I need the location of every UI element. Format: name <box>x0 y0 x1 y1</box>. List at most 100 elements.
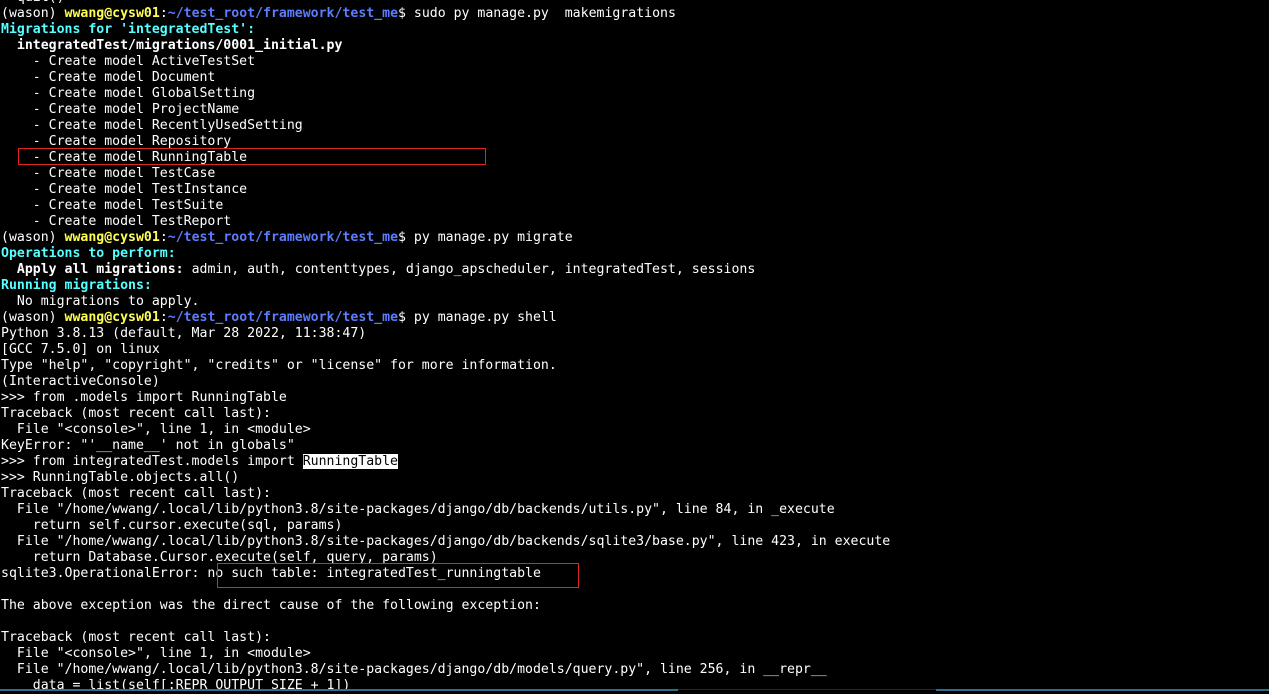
terminal-line: - Create model RunningTable <box>1 150 890 166</box>
terminal-text-segment: ~/test_root/framework/test_me <box>167 230 399 245</box>
terminal-text-segment: Operations to perform: <box>1 246 176 261</box>
terminal-text-segment: $ py manage.py shell <box>398 310 557 325</box>
terminal-text-segment: File "<console>", line 1, in <module> <box>1 422 311 437</box>
terminal-text-segment: >>> from .models import RunningTable <box>1 390 287 405</box>
terminal-line: >>> RunningTable.objects.all() <box>1 470 890 486</box>
terminal-line: Migrations for 'integratedTest': <box>1 22 890 38</box>
terminal-text-segment: $ py manage.py migrate <box>398 230 573 245</box>
terminal-text-segment: Type "help", "copyright", "credits" or "… <box>1 358 557 373</box>
terminal-line: - Create model Document <box>1 70 890 86</box>
terminal-line: Operations to perform: <box>1 246 890 262</box>
terminal-line: - Create model ActiveTestSet <box>1 54 890 70</box>
terminal-line: The above exception was the direct cause… <box>1 598 890 614</box>
strip-accent-right <box>936 689 1269 691</box>
terminal-text-segment: - Create model RunningTable <box>1 150 248 165</box>
terminal-text-segment: : <box>159 6 168 21</box>
terminal-text-segment: (wason) <box>1 310 65 325</box>
terminal-text-segment: : <box>159 310 168 325</box>
terminal-line: KeyError: "'__name__' not in globals" <box>1 438 890 454</box>
terminal-line: return Database.Cursor.execute(self, que… <box>1 550 890 566</box>
strip-accent-left <box>0 689 678 691</box>
terminal-text-segment: - Create model GlobalSetting <box>1 86 256 101</box>
terminal-text-segment: - Create model ActiveTestSet <box>1 54 256 69</box>
terminal-text-segment: ~/test_root/framework/test_me <box>167 310 399 325</box>
terminal-text-segment: ~/test_root/framework/test_me <box>167 6 399 21</box>
terminal-text-segment: Python 3.8.13 (default, Mar 28 2022, 11:… <box>1 326 367 341</box>
terminal-line: >>> from .models import RunningTable <box>1 390 890 406</box>
terminal-text-segment: quit() <box>1 0 65 5</box>
terminal-text-segment: (wason) <box>1 6 65 21</box>
terminal-text-segment: sqlite3.OperationalError: no such table:… <box>1 566 541 581</box>
terminal-line: File "/home/wwang/.local/lib/python3.8/s… <box>1 534 890 550</box>
terminal-text-segment: Migrations for 'integratedTest': <box>1 22 256 37</box>
terminal-line: File "<console>", line 1, in <module> <box>1 422 890 438</box>
terminal-line: Apply all migrations: admin, auth, conte… <box>1 262 890 278</box>
terminal-text-segment: - Create model RecentlyUsedSetting <box>1 118 303 133</box>
terminal-text-segment: : <box>159 230 168 245</box>
terminal-text-segment: Running migrations: <box>1 278 152 293</box>
terminal-line: (wason) wwang@cysw01:~/test_root/framewo… <box>1 310 890 326</box>
terminal-text-segment: File "/home/wwang/.local/lib/python3.8/s… <box>1 534 891 549</box>
selected-text: RunningTable <box>302 454 398 469</box>
terminal-output: quit()(wason) wwang@cysw01:~/test_root/f… <box>1 0 890 694</box>
terminal-text-segment: File "/home/wwang/.local/lib/python3.8/s… <box>1 502 835 517</box>
terminal-line: integratedTest/migrations/0001_initial.p… <box>1 38 890 54</box>
terminal-text-segment: - Create model TestCase <box>1 166 216 181</box>
terminal-line: - Create model RecentlyUsedSetting <box>1 118 890 134</box>
terminal-line: - Create model GlobalSetting <box>1 86 890 102</box>
terminal-line: File "/home/wwang/.local/lib/python3.8/s… <box>1 662 890 678</box>
terminal-line: return self.cursor.execute(sql, params) <box>1 518 890 534</box>
terminal-text-segment: Traceback (most recent call last): <box>1 486 271 501</box>
terminal-line: >>> from integratedTest.models import Ru… <box>1 454 890 470</box>
terminal-line: Traceback (most recent call last): <box>1 630 890 646</box>
terminal-text-segment: - Create model TestReport <box>1 214 232 229</box>
terminal-text-segment: - Create model Repository <box>1 134 232 149</box>
terminal-text-segment: - Create model Document <box>1 70 216 85</box>
terminal-line: Running migrations: <box>1 278 890 294</box>
terminal-text-segment: The above exception was the direct cause… <box>1 598 541 613</box>
terminal-text-segment: integratedTest/migrations/0001_initial.p… <box>1 38 343 53</box>
terminal-line: File "/home/wwang/.local/lib/python3.8/s… <box>1 502 890 518</box>
terminal-text-segment: KeyError: "'__name__' not in globals" <box>1 438 295 453</box>
terminal-text-segment: File "<console>", line 1, in <module> <box>1 646 311 661</box>
terminal-text-segment: - Create model ProjectName <box>1 102 240 117</box>
terminal-line: Python 3.8.13 (default, Mar 28 2022, 11:… <box>1 326 890 342</box>
terminal-text-segment: >>> from integratedTest.models import <box>1 454 303 469</box>
terminal-line: - Create model TestSuite <box>1 198 890 214</box>
terminal-line: - Create model TestReport <box>1 214 890 230</box>
terminal-line: - Create model ProjectName <box>1 102 890 118</box>
bottom-status-strip <box>0 689 1269 694</box>
terminal-text-segment: wwang@cysw01 <box>64 230 160 245</box>
terminal-text-segment: $ sudo py manage.py makemigrations <box>398 6 676 21</box>
terminal-text-segment: return self.cursor.execute(sql, params) <box>1 518 343 533</box>
terminal-line: File "<console>", line 1, in <module> <box>1 646 890 662</box>
terminal-text-segment: return Database.Cursor.execute(self, que… <box>1 550 438 565</box>
terminal-text-segment: [GCC 7.5.0] on linux <box>1 342 160 357</box>
terminal-line: - Create model TestCase <box>1 166 890 182</box>
terminal-text-segment: wwang@cysw01 <box>64 310 160 325</box>
terminal-text-segment: (wason) <box>1 230 65 245</box>
terminal-text-segment: Traceback (most recent call last): <box>1 406 271 421</box>
terminal-text-segment: >>> RunningTable.objects.all() <box>1 470 240 485</box>
terminal-text-segment: No migrations to apply. <box>1 294 200 309</box>
terminal-line: - Create model Repository <box>1 134 890 150</box>
terminal-window[interactable]: quit()(wason) wwang@cysw01:~/test_root/f… <box>0 0 1269 694</box>
terminal-line: Traceback (most recent call last): <box>1 486 890 502</box>
terminal-text-segment: Apply all migrations: <box>1 262 184 277</box>
terminal-line: (InteractiveConsole) <box>1 374 890 390</box>
terminal-line: (wason) wwang@cysw01:~/test_root/framewo… <box>1 6 890 22</box>
terminal-line: No migrations to apply. <box>1 294 890 310</box>
terminal-line: sqlite3.OperationalError: no such table:… <box>1 566 890 582</box>
terminal-text-segment: admin, auth, contenttypes, django_apsche… <box>183 262 756 277</box>
terminal-line: Traceback (most recent call last): <box>1 406 890 422</box>
terminal-line: - Create model TestInstance <box>1 182 890 198</box>
terminal-text-segment: wwang@cysw01 <box>64 6 160 21</box>
terminal-line: [GCC 7.5.0] on linux <box>1 342 890 358</box>
terminal-line: Type "help", "copyright", "credits" or "… <box>1 358 890 374</box>
terminal-text-segment: File "/home/wwang/.local/lib/python3.8/s… <box>1 662 827 677</box>
terminal-text-segment: - Create model TestInstance <box>1 182 248 197</box>
terminal-line: (wason) wwang@cysw01:~/test_root/framewo… <box>1 230 890 246</box>
terminal-text-segment: Traceback (most recent call last): <box>1 630 271 645</box>
